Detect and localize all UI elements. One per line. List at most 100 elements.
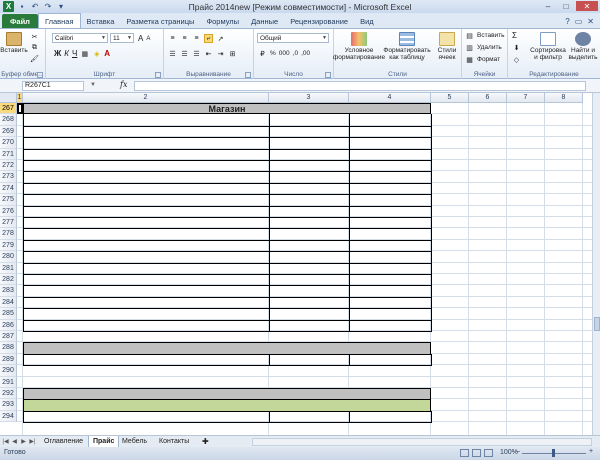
row-header[interactable]: 271 — [0, 148, 17, 160]
sheet-tab-furniture[interactable]: Мебель — [118, 436, 151, 447]
zoom-out-button[interactable]: – — [516, 448, 520, 455]
restore-workbook-icon[interactable]: ▭ — [575, 17, 583, 26]
sheet-tab-price[interactable]: Прайс — [88, 436, 120, 447]
align-right-icon[interactable]: ☰ — [192, 49, 201, 58]
prev-sheet-icon[interactable]: ◀ — [11, 438, 18, 446]
row-header[interactable]: 294 — [0, 410, 17, 423]
row-header[interactable]: 291 — [0, 376, 17, 388]
column-header[interactable]: 7 — [507, 93, 545, 103]
number-format-select[interactable]: Общий ▼ — [257, 33, 329, 43]
save-icon[interactable]: ▪ — [17, 2, 27, 12]
row-header[interactable]: 287 — [0, 331, 17, 343]
row-header[interactable]: 281 — [0, 262, 17, 274]
row-header[interactable]: 283 — [0, 285, 17, 297]
percent-button[interactable]: % — [270, 50, 276, 57]
grow-font-button[interactable]: A — [138, 34, 143, 43]
tab-file[interactable]: Файл — [2, 14, 38, 28]
delete-cells-button[interactable]: ▥ Удалить — [465, 43, 502, 52]
fill-color-icon[interactable]: ◈ — [92, 49, 101, 58]
row-header[interactable]: 269 — [0, 125, 17, 138]
next-sheet-icon[interactable]: ▶ — [20, 438, 27, 446]
sort-filter-button[interactable]: Сортировка и фильтр — [530, 32, 566, 61]
tab-view[interactable]: Вид — [354, 14, 380, 28]
row-header[interactable]: 293 — [0, 399, 17, 411]
minimize-button[interactable]: – — [540, 1, 556, 11]
column-header[interactable]: 3 — [269, 93, 349, 103]
column-header[interactable]: 4 — [349, 93, 431, 103]
spreadsheet-grid[interactable]: 12345678 267 268 269 270 271 272 273 274 275 276 2… — [0, 93, 592, 435]
horizontal-scrollbar[interactable] — [252, 438, 592, 446]
table-cell[interactable] — [349, 319, 432, 332]
close-button[interactable]: ✕ — [576, 1, 598, 11]
excel-logo-icon[interactable]: X — [3, 1, 14, 12]
borders-icon[interactable]: ▦ — [80, 49, 89, 58]
sheet-tab-contents[interactable]: Оглавление — [40, 436, 87, 447]
row-header[interactable]: 289 — [0, 353, 17, 366]
decrease-decimal-button[interactable]: ,00 — [301, 50, 310, 57]
maximize-button[interactable]: □ — [558, 1, 574, 11]
normal-view-icon[interactable] — [460, 449, 469, 457]
redo-icon[interactable]: ↷ — [43, 2, 53, 12]
align-center-icon[interactable]: ☰ — [180, 49, 189, 58]
autosum-button[interactable]: Σ — [512, 31, 517, 40]
number-launcher-icon[interactable] — [325, 72, 331, 78]
row-header[interactable]: 284 — [0, 296, 17, 309]
table-cell[interactable] — [269, 319, 350, 332]
currency-icon[interactable]: ₽ — [258, 49, 267, 58]
row-header[interactable]: 277 — [0, 217, 17, 229]
indent-decrease-icon[interactable]: ⇤ — [204, 49, 213, 58]
copy-button[interactable]: ⧉ — [30, 43, 39, 52]
table-cell[interactable] — [349, 353, 432, 367]
find-select-button[interactable]: Найти и выделить — [568, 32, 598, 61]
format-as-table-button[interactable]: Форматировать как таблицу — [383, 32, 431, 61]
row-header[interactable]: 274 — [0, 182, 17, 195]
font-name-select[interactable]: Calibri ▼ — [52, 33, 108, 43]
tab-page-layout[interactable]: Разметка страницы — [120, 14, 200, 28]
row-header[interactable]: 282 — [0, 274, 17, 286]
tab-data[interactable]: Данные — [245, 14, 284, 28]
row-header[interactable]: 275 — [0, 194, 17, 206]
row-header[interactable]: 270 — [0, 137, 17, 149]
alignment-launcher-icon[interactable] — [245, 72, 251, 78]
column-header[interactable]: 2 — [23, 93, 269, 103]
row-header[interactable]: 286 — [0, 319, 17, 331]
thousands-button[interactable]: 000 — [279, 50, 290, 57]
last-sheet-icon[interactable]: ▶| — [29, 438, 36, 446]
clear-button[interactable]: ◇ — [512, 55, 521, 64]
shrink-font-button[interactable]: A — [146, 36, 150, 42]
page-break-view-icon[interactable] — [484, 449, 493, 457]
section-band-green[interactable] — [23, 399, 431, 412]
align-left-icon[interactable]: ☰ — [168, 49, 177, 58]
namebox-dropdown-icon[interactable]: ▼ — [90, 82, 96, 88]
zoom-slider-knob[interactable] — [552, 449, 555, 457]
cut-button[interactable]: ✂ — [30, 32, 39, 41]
format-cells-button[interactable]: ▦ Формат — [465, 55, 500, 64]
undo-icon[interactable]: ↶ — [30, 2, 40, 12]
tab-home[interactable]: Главная — [37, 13, 81, 28]
column-header[interactable]: 8 — [545, 93, 583, 103]
fill-button[interactable]: ⬇ — [512, 43, 521, 52]
table-cell[interactable] — [269, 353, 350, 367]
row-header[interactable]: 285 — [0, 308, 17, 320]
column-header[interactable]: 6 — [469, 93, 507, 103]
column-header[interactable]: 5 — [431, 93, 469, 103]
help-icon[interactable]: ? — [565, 17, 569, 26]
vertical-scroll-thumb[interactable] — [594, 317, 600, 331]
tab-insert[interactable]: Вставка — [81, 14, 121, 28]
font-launcher-icon[interactable] — [155, 72, 161, 78]
row-header[interactable]: 273 — [0, 171, 17, 183]
format-painter-button[interactable]: 🖌 — [30, 54, 39, 63]
insert-sheet-icon[interactable]: ✚ — [198, 436, 213, 447]
insert-function-button[interactable]: fx — [120, 80, 127, 89]
customize-qat-icon[interactable]: ▾ — [56, 2, 66, 12]
row-header[interactable]: 267 — [0, 103, 17, 115]
align-bottom-icon[interactable]: ≡ — [192, 34, 201, 43]
section-band-gray[interactable] — [23, 342, 431, 355]
row-header[interactable]: 268 — [0, 114, 17, 126]
font-color-button[interactable]: A — [104, 49, 110, 58]
insert-cells-button[interactable]: ▤ Вставить — [465, 31, 504, 40]
underline-button[interactable]: Ч — [72, 49, 77, 58]
zoom-in-button[interactable]: + — [589, 448, 593, 455]
page-layout-view-icon[interactable] — [472, 449, 481, 457]
indent-increase-icon[interactable]: ⇥ — [216, 49, 225, 58]
